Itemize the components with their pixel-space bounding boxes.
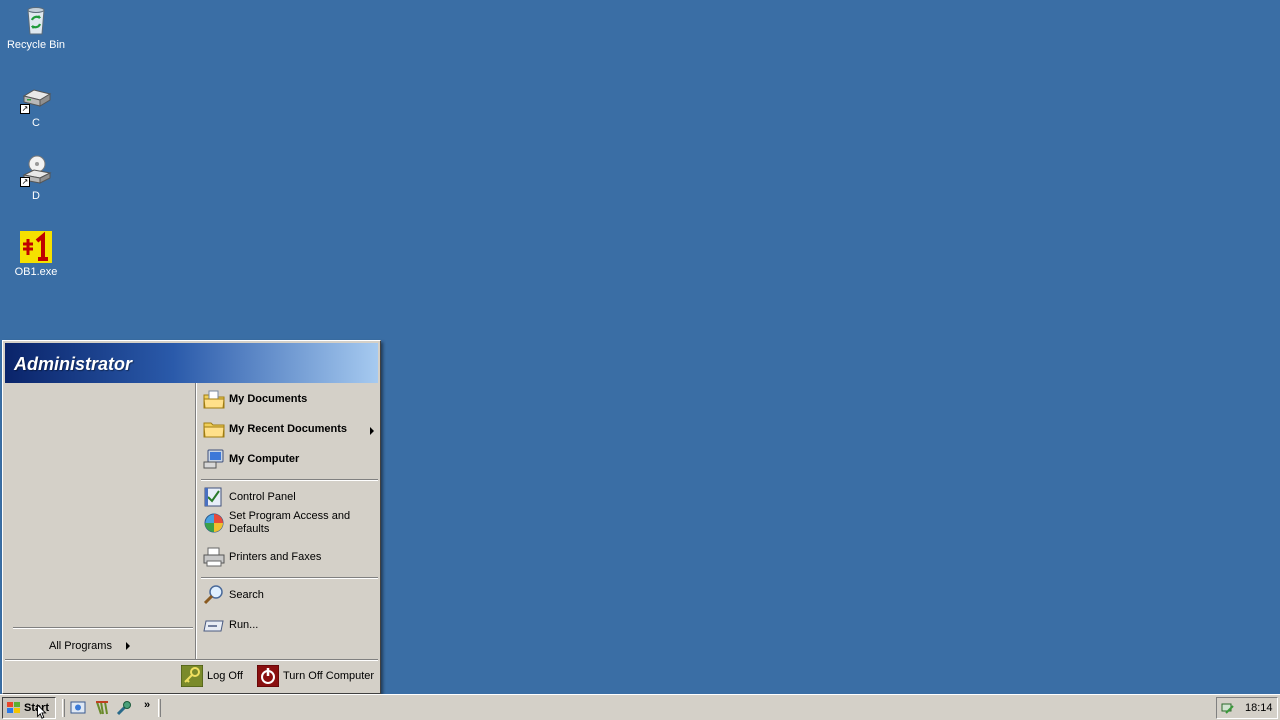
ob1-app-icon [20,231,52,263]
menu-item-label: Run... [229,618,259,631]
desktop-icon-drive-d[interactable]: ↗ D [0,155,72,203]
network-icon[interactable] [1221,701,1235,715]
shortcut-arrow-icon: ↗ [20,104,30,114]
menu-item-control-panel[interactable]: Control Panel [203,486,378,508]
start-menu-footer: Log Off Turn Off Computer [5,659,378,691]
menu-item-label: My Documents [229,392,308,405]
chevron-right-icon [370,427,374,435]
desktop-icon-label: C [32,117,40,129]
desktop-icon-ob1-exe[interactable]: OB1.exe [0,231,72,279]
menu-item-label: My Recent Documents [229,422,347,435]
tools-icon[interactable] [116,700,132,716]
divider [201,577,378,579]
my-computer-icon [203,448,225,470]
quick-launch-more-button[interactable]: » [144,699,150,711]
turn-off-computer-button[interactable]: Turn Off Computer [256,664,375,688]
clock[interactable]: 18:14 [1245,702,1273,714]
divider [13,627,193,629]
menu-item-set-program-access[interactable]: Set Program Access and Defaults [203,510,378,536]
menu-item-printers-and-faxes[interactable]: Printers and Faxes [203,546,378,568]
recycle-bin-icon [20,4,52,36]
folder-icon [203,418,225,440]
desktop-icon-label: OB1.exe [14,266,58,278]
mouse-cursor-icon [37,704,47,719]
log-off-label: Log Off [207,670,243,682]
divider [201,479,378,481]
menu-item-run[interactable]: Run... [203,614,378,636]
search-icon [203,584,225,606]
menu-item-label: Set Program Access and Defaults [229,510,351,535]
internet-explorer-icon[interactable] [94,700,110,716]
show-desktop-icon[interactable] [70,700,86,716]
chevron-right-icon [125,642,130,650]
log-off-button[interactable]: Log Off [180,664,243,688]
key-icon [180,664,204,688]
my-documents-icon [203,388,225,410]
turn-off-label: Turn Off Computer [283,670,375,682]
user-name: Administrator [14,354,133,374]
desktop-icon-label: D [32,190,40,202]
desktop-icon-recycle-bin[interactable]: Recycle Bin [0,4,72,52]
windows-logo-icon [7,702,21,714]
start-menu: Administrator All Programs My Documents [2,340,381,694]
menu-item-my-computer[interactable]: My Computer [203,448,378,470]
toolbar-grip[interactable] [62,699,65,717]
all-programs-label: All Programs [49,640,112,652]
desktop-icon-label: Recycle Bin [6,39,66,51]
menu-item-label: Control Panel [229,490,296,503]
hard-drive-icon: ↗ [20,82,52,114]
menu-item-my-recent-documents[interactable]: My Recent Documents [203,418,378,440]
start-menu-header: Administrator [5,343,378,383]
cd-drive-icon: ↗ [20,155,52,187]
toolbar-grip[interactable] [158,699,161,717]
start-menu-left-pane: All Programs [5,383,195,659]
menu-item-label: Printers and Faxes [229,550,322,563]
printer-icon [203,546,225,568]
start-menu-right-pane: My Documents My Recent Documents My Comp… [197,383,380,659]
menu-item-my-documents[interactable]: My Documents [203,388,378,410]
menu-item-search[interactable]: Search [203,584,378,606]
shortcut-arrow-icon: ↗ [20,177,30,187]
all-programs-button[interactable]: All Programs [49,637,130,655]
menu-item-label: My Computer [229,452,300,465]
desktop-icon-drive-c[interactable]: ↗ C [0,82,72,130]
control-panel-icon [203,486,225,508]
taskbar: Start » 18:14 [0,694,1280,720]
power-icon [256,664,280,688]
menu-item-label: Search [229,588,264,601]
program-access-icon [203,512,225,534]
system-tray: 18:14 [1216,697,1278,719]
run-icon [203,614,225,636]
